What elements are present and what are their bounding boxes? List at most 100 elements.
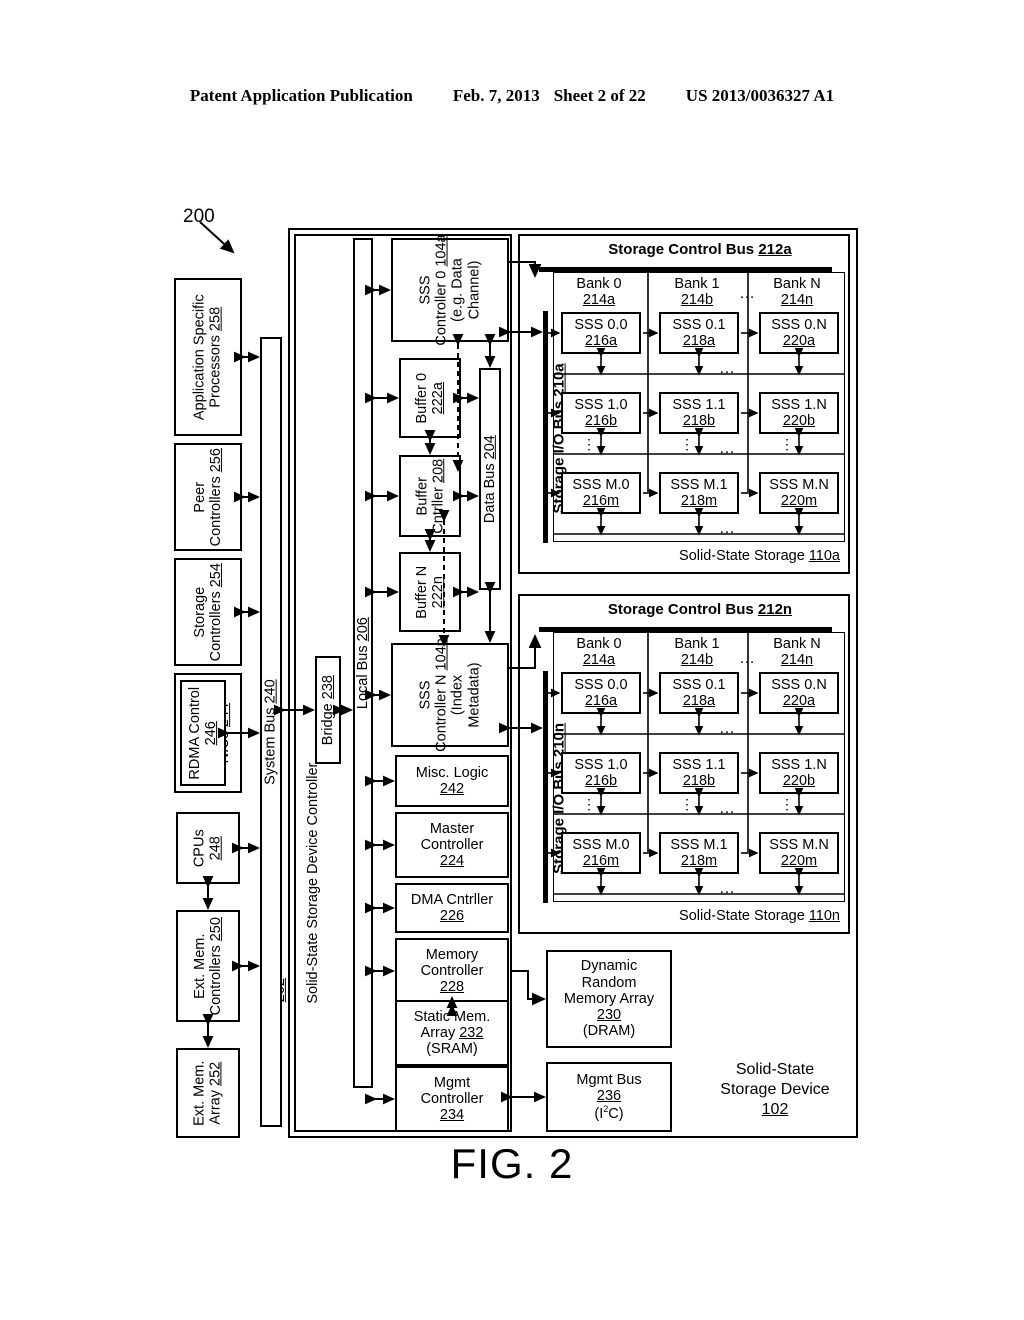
host-block-ext-mem-array[interactable]: Ext. Mem. Array 252 bbox=[176, 1048, 240, 1138]
asp-line2: Processors bbox=[208, 334, 224, 408]
bufn-label: Buffer N bbox=[413, 565, 430, 619]
sss-cell-a-0-0[interactable]: SSS 0.0 216a bbox=[561, 312, 641, 354]
emc-ref: 250 bbox=[208, 916, 224, 942]
sssc0-ref: 104a bbox=[433, 234, 450, 267]
stc-line1: Storage bbox=[191, 586, 208, 638]
dma-ref: 226 bbox=[439, 908, 465, 924]
sss-cell-n-2-1[interactable]: SSS M.1 218m bbox=[659, 832, 739, 874]
mc-ref: 224 bbox=[439, 853, 465, 870]
bank-header-a-2: Bank N 214n bbox=[773, 276, 821, 309]
misc-logic[interactable]: Misc. Logic 242 bbox=[395, 755, 509, 807]
sss-cell-a-1-2[interactable]: SSS 1.N 220b bbox=[759, 392, 839, 434]
rdma-ref: 246 bbox=[203, 720, 220, 746]
bank-header-n-1: Bank 1 214b bbox=[674, 636, 720, 669]
mc-line1: Master bbox=[429, 820, 475, 837]
solid-state-storage-a-title: Solid-State Storage 110a bbox=[679, 548, 840, 564]
data-bus-ref: 204 bbox=[481, 435, 498, 460]
sss-cell-n-2-0[interactable]: SSS M.0 216m bbox=[561, 832, 641, 874]
local-bus-label: Local Bus bbox=[354, 645, 371, 709]
row-ellipsis-n-2: … bbox=[719, 880, 736, 897]
system-bus: System Bus 240 bbox=[260, 337, 282, 1127]
rdma-label: RDMA Control bbox=[186, 686, 203, 780]
memc-line1: Memory bbox=[425, 946, 479, 963]
emc-line2: Controllers bbox=[208, 945, 224, 1016]
mgmt-bus-suffix: (I2C) bbox=[594, 1104, 624, 1123]
emc-line1: Ext. Mem. bbox=[191, 933, 208, 999]
stc-ref: 254 bbox=[208, 562, 224, 588]
sss-cell-a-0-2[interactable]: SSS 0.N 220a bbox=[759, 312, 839, 354]
controller-title: Solid-State Storage Device Controller bbox=[304, 762, 321, 1004]
local-bus: Local Bus 206 bbox=[353, 238, 373, 1088]
asp-ref: 258 bbox=[208, 306, 224, 331]
buffer-n[interactable]: Buffer N 222n bbox=[399, 552, 461, 632]
host-block-ext-mem-controllers[interactable]: Ext. Mem. Controllers 250 bbox=[176, 910, 240, 1022]
figure-ref-200: 200 bbox=[183, 206, 215, 227]
sram-suffix: (SRAM) bbox=[426, 1041, 478, 1058]
col-vdots-n-1: ⋮ bbox=[680, 796, 694, 812]
sssc0-line2: Controller 0 bbox=[433, 270, 450, 346]
sss-cell-n-0-0[interactable]: SSS 0.0 216a bbox=[561, 672, 641, 714]
mgmt-bus[interactable]: Mgmt Bus 236 (I2C) bbox=[546, 1062, 672, 1132]
col-vdots-n-2: ⋮ bbox=[780, 796, 794, 812]
sss-cell-n-2-2[interactable]: SSS M.N 220m bbox=[759, 832, 839, 874]
ssscn-line2: Controller N bbox=[433, 674, 450, 752]
system-bus-label: System Bus bbox=[262, 707, 279, 785]
host-block-application-specific-processors[interactable]: Application Specific Processors 258 bbox=[174, 278, 242, 436]
header-date: Feb. 7, 2013 bbox=[452, 86, 540, 105]
host-block-peer-controllers[interactable]: Peer Controllers 256 bbox=[174, 443, 242, 551]
sss-cell-a-2-0[interactable]: SSS M.0 216m bbox=[561, 472, 641, 514]
row-ellipsis-n-0: … bbox=[719, 720, 736, 737]
bufc-line1: Buffer bbox=[413, 476, 430, 516]
col-vdots-a-0: ⋮ bbox=[582, 436, 596, 452]
sss-cell-a-2-2[interactable]: SSS M.N 220m bbox=[759, 472, 839, 514]
system-bus-ref: 240 bbox=[262, 679, 279, 704]
host-block-rdma-control[interactable]: RDMA Control 246 bbox=[180, 680, 226, 786]
header-sheet: Sheet 2 of 22 bbox=[553, 86, 646, 105]
sss-cell-n-0-1[interactable]: SSS 0.1 218a bbox=[659, 672, 739, 714]
bufc-line2: Cntrller bbox=[430, 486, 446, 534]
memory-controller[interactable]: Memory Controller 228 bbox=[395, 938, 509, 1004]
sss-controller-0[interactable]: SSS Controller 0 104a (e.g. Data Channel… bbox=[391, 234, 509, 346]
bridge[interactable]: Bridge 238 bbox=[315, 656, 341, 764]
solid-state-storage-device-title: Solid-State Storage Device 102 bbox=[720, 1061, 830, 1118]
bank-header-a-1: Bank 1 214b bbox=[674, 276, 720, 309]
sss-cell-a-1-0[interactable]: SSS 1.0 216b bbox=[561, 392, 641, 434]
page-header: Patent Application Publication Feb. 7, 20… bbox=[0, 86, 1024, 106]
data-bus-label: Data Bus bbox=[481, 463, 498, 523]
peer-ref: 256 bbox=[208, 447, 224, 473]
memc-line2: Controller bbox=[420, 962, 484, 979]
sss-cell-a-2-1[interactable]: SSS M.1 218m bbox=[659, 472, 739, 514]
mgmt-controller[interactable]: Mgmt Controller 234 bbox=[395, 1066, 509, 1132]
buffer-0[interactable]: Buffer 0 222a bbox=[399, 358, 461, 438]
sss-cell-a-0-1[interactable]: SSS 0.1 218a bbox=[659, 312, 739, 354]
sss-cell-n-1-2[interactable]: SSS 1.N 220b bbox=[759, 752, 839, 794]
sss-controller-n[interactable]: SSS Controller N 104n (Index Metadata) bbox=[391, 638, 509, 752]
mgmtc-line2: Controller bbox=[420, 1090, 484, 1107]
dma-controller[interactable]: DMA Cntrller 226 bbox=[395, 883, 509, 933]
sss-cell-n-1-0[interactable]: SSS 1.0 216b bbox=[561, 752, 641, 794]
bufn-ref: 222n bbox=[430, 575, 446, 609]
ssscn-line1: SSS bbox=[417, 680, 434, 710]
ema-line1: Ext. Mem. bbox=[191, 1060, 208, 1126]
static-mem-array[interactable]: Static Mem. Array 232 (SRAM) bbox=[395, 1000, 509, 1066]
host-block-storage-controllers[interactable]: Storage Controllers 254 bbox=[174, 558, 242, 666]
sssc0-line1: SSS bbox=[417, 275, 434, 305]
buffer-controller[interactable]: Buffer Cntrller 208 bbox=[399, 455, 461, 537]
sss-cell-n-1-1[interactable]: SSS 1.1 218b bbox=[659, 752, 739, 794]
misc-ref: 242 bbox=[439, 781, 465, 797]
row-ellipsis-a-2: … bbox=[719, 520, 736, 537]
sss-cell-a-1-1[interactable]: SSS 1.1 218b bbox=[659, 392, 739, 434]
peer-line2: Controllers bbox=[208, 476, 224, 547]
sram-line2: Array bbox=[420, 1024, 456, 1041]
row-ellipsis-a-1: … bbox=[719, 440, 736, 457]
dynamic-random-memory-array[interactable]: Dynamic Random Memory Array 230 (DRAM) bbox=[546, 950, 672, 1048]
col-vdots-a-1: ⋮ bbox=[680, 436, 694, 452]
sss-cell-n-0-2[interactable]: SSS 0.N 220a bbox=[759, 672, 839, 714]
buf0-ref: 222a bbox=[430, 381, 446, 415]
mgmtc-ref: 234 bbox=[439, 1107, 465, 1124]
bufc-ref: 208 bbox=[430, 458, 446, 483]
solid-state-storage-n-title: Solid-State Storage 110n bbox=[679, 908, 840, 924]
patent-figure-page: Patent Application Publication Feb. 7, 20… bbox=[0, 0, 1024, 1320]
host-block-cpus[interactable]: CPUs 248 bbox=[176, 812, 240, 884]
master-controller[interactable]: Master Controller 224 bbox=[395, 812, 509, 878]
